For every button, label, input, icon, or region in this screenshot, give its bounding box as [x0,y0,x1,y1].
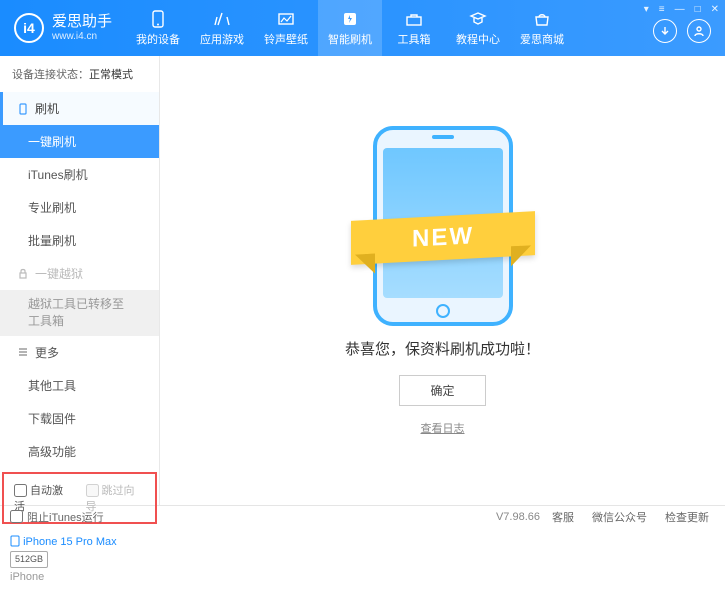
wechat-link[interactable]: 微信公众号 [586,509,653,525]
nav-tutorial[interactable]: 教程中心 [446,0,510,56]
user-button[interactable] [687,19,711,43]
sidebar-pro-flash[interactable]: 专业刷机 [0,191,159,224]
nav-ringtone-wallpaper[interactable]: 铃声壁纸 [254,0,318,56]
tray-icon[interactable]: ≡ [659,4,665,15]
minimize-button[interactable]: — [675,4,685,15]
store-icon [532,10,552,28]
section-jailbreak: 一键越狱 [0,257,159,290]
phone-tiny-icon [10,535,20,547]
block-itunes-checkbox[interactable]: 阻止iTunes运行 [10,509,104,525]
phone-illustration: NEW [373,126,513,326]
sidebar-batch-flash[interactable]: 批量刷机 [0,224,159,257]
nav-my-device[interactable]: 我的设备 [126,0,190,56]
customer-service-link[interactable]: 客服 [546,509,580,525]
device-storage: 512GB [10,551,48,567]
check-update-link[interactable]: 检查更新 [659,509,715,525]
version-label: V7.98.66 [496,511,540,523]
success-message: 恭喜您，保资料刷机成功啦！ [345,338,540,359]
sidebar-itunes-flash[interactable]: iTunes刷机 [0,158,159,191]
device-name: iPhone 15 Pro Max [23,536,117,548]
jailbreak-notice: 越狱工具已转移至工具箱 [0,290,159,336]
menu-icon[interactable]: ▾ [644,4,649,15]
close-button[interactable]: ✕ [711,4,719,15]
connection-status: 设备连接状态：正常模式 [0,56,159,92]
new-ribbon: NEW [351,211,535,265]
section-more[interactable]: 更多 [0,336,159,369]
maximize-button[interactable]: □ [695,4,701,15]
section-flash[interactable]: 刷机 [0,92,159,125]
device-icon [148,10,168,28]
nav-smart-flash[interactable]: 智能刷机 [318,0,382,56]
wallpaper-icon [276,10,296,28]
view-log-link[interactable]: 查看日志 [421,420,465,436]
sidebar-advanced[interactable]: 高级功能 [0,435,159,468]
nav-store[interactable]: 爱思商城 [510,0,574,56]
more-icon [17,346,29,358]
device-info-panel: iPhone 15 Pro Max 512GB iPhone [0,528,159,592]
top-nav: 我的设备 应用游戏 铃声壁纸 智能刷机 工具箱 教程中心 爱思商城 [126,0,638,56]
flash-icon [340,10,360,28]
download-button[interactable] [653,19,677,43]
sidebar-other-tools[interactable]: 其他工具 [0,369,159,402]
nav-toolbox[interactable]: 工具箱 [382,0,446,56]
ok-button[interactable]: 确定 [399,375,485,406]
app-title: 爱思助手 [52,13,112,31]
sidebar-one-click-flash[interactable]: 一键刷机 [0,125,159,158]
tutorial-icon [468,10,488,28]
toolbox-icon [404,10,424,28]
lock-icon [17,268,29,280]
nav-apps-games[interactable]: 应用游戏 [190,0,254,56]
apps-icon [212,10,232,28]
device-model: iPhone [10,571,44,583]
app-url: www.i4.cn [52,31,112,43]
logo-icon: i4 [14,13,44,43]
phone-small-icon [17,103,29,115]
app-logo: i4 爱思助手 www.i4.cn [0,0,126,56]
sidebar-download-firmware[interactable]: 下载固件 [0,402,159,435]
